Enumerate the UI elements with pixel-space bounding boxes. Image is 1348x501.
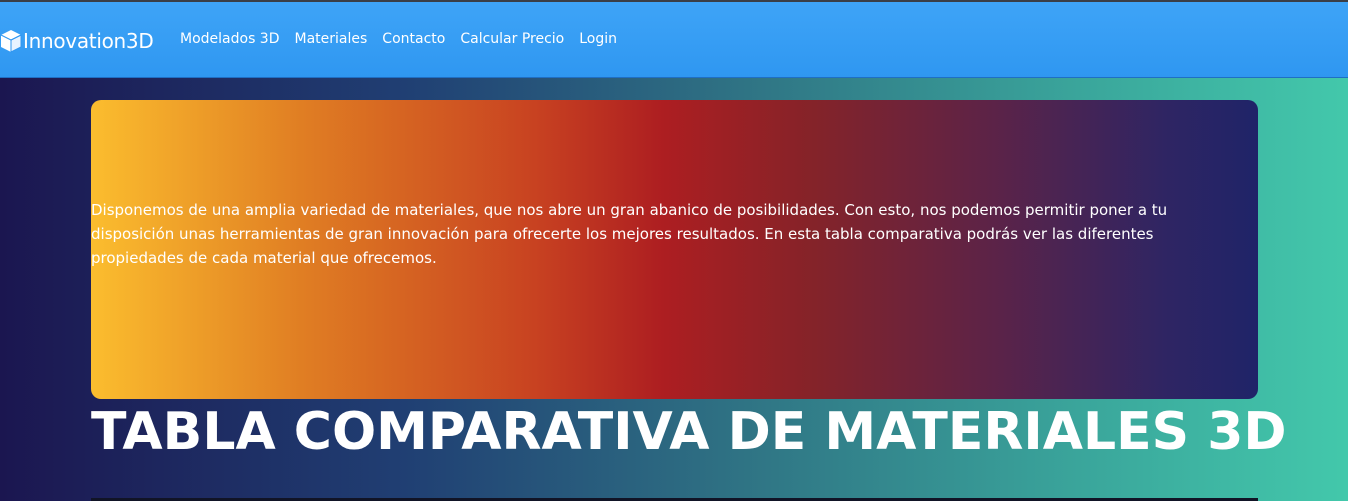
- nav-link-calcular-precio[interactable]: Calcular Precio: [460, 31, 564, 47]
- nav-link-materiales[interactable]: Materiales: [295, 31, 368, 47]
- cube-icon: [0, 29, 22, 53]
- nav-link-login[interactable]: Login: [579, 31, 617, 47]
- nav-link-contacto[interactable]: Contacto: [382, 31, 445, 47]
- hero-banner: Disponemos de una amplia variedad de mat…: [91, 100, 1258, 399]
- nav-link-modelados-3d[interactable]: Modelados 3D: [180, 31, 280, 47]
- brand-link[interactable]: Innovation3D: [0, 27, 154, 55]
- navbar: Innovation3D Modelados 3D Materiales Con…: [0, 2, 1348, 78]
- brand-name: Innovation3D: [23, 29, 154, 53]
- nav-links: Modelados 3D Materiales Contacto Calcula…: [180, 31, 617, 47]
- section-title: TABLA COMPARATIVA DE MATERIALES 3D: [91, 402, 1287, 462]
- hero-description: Disponemos de una amplia variedad de mat…: [91, 201, 1168, 267]
